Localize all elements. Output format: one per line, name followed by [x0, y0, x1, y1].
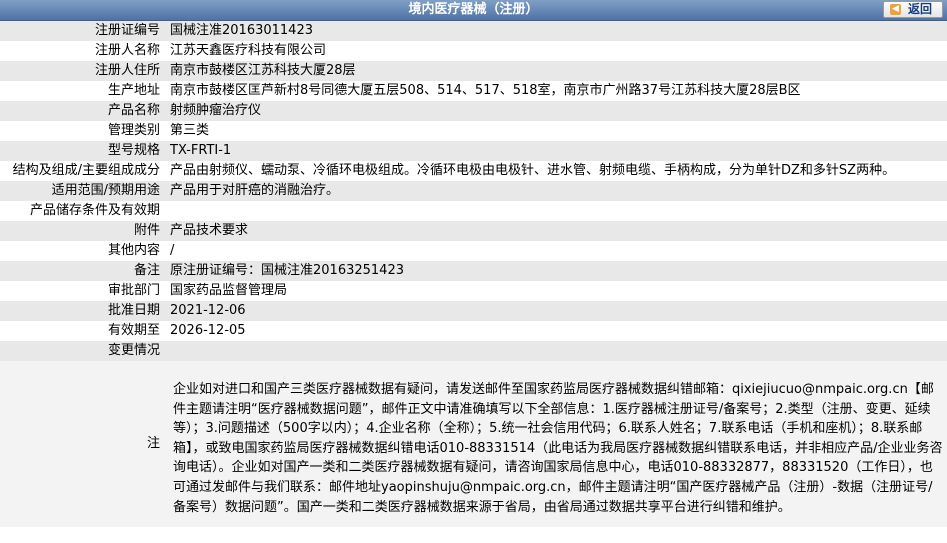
- back-button[interactable]: ◀ 返回: [883, 1, 943, 18]
- note-value: 企业如对进口和国产三类医疗器械数据有疑问，请发送邮件至国家药监局医疗器械数据纠错…: [163, 361, 947, 527]
- field-value: 产品由射频仪、蠕动泵、冷循环电极组成。冷循环电极由电极针、进水管、射频电缆、手柄…: [170, 163, 896, 178]
- field-label: 结构及组成/主要组成成分: [12, 163, 160, 178]
- field-value: TX-FRTI-1: [163, 141, 947, 161]
- field-value: 国械注准20163011423: [163, 21, 947, 41]
- field-label: 管理类别: [107, 123, 160, 138]
- field-label: 附件: [0, 221, 163, 241]
- field-label: 变更情况: [0, 341, 163, 361]
- field-value: [163, 201, 947, 221]
- field-label: 批准日期: [0, 301, 163, 321]
- field-value: 南京市鼓楼区匡芦新村8号同德大厦五层508、514、517、518室，南京市广州…: [170, 83, 801, 98]
- table-row: 有效期至 2026-12-05: [0, 321, 947, 341]
- field-value: [163, 341, 947, 361]
- field-value: 2026-12-05: [170, 323, 246, 338]
- table-row: 型号规格 TX-FRTI-1: [0, 141, 947, 161]
- field-value: 产品技术要求: [163, 221, 947, 241]
- table-row: 注册证编号 国械注准20163011423: [0, 21, 947, 41]
- field-value: 南京市鼓楼区江苏科技大厦28层: [163, 61, 947, 81]
- header-bar: 境内医疗器械（注册） ◀ 返回: [0, 0, 947, 21]
- table-row: 产品名称 射频肿瘤治疗仪: [0, 101, 947, 121]
- field-label: 备注: [0, 261, 163, 281]
- field-label: 注册人名称: [94, 43, 160, 58]
- field-label: 注册证编号: [0, 21, 163, 41]
- table-row: 注册人名称 江苏天鑫医疗科技有限公司: [0, 41, 947, 61]
- table-row: 审批部门 国家药品监督管理局: [0, 281, 947, 301]
- table-row: 变更情况: [0, 341, 947, 361]
- field-label: 适用范围/预期用途: [0, 181, 163, 201]
- note-row: 注 企业如对进口和国产三类医疗器械数据有疑问，请发送邮件至国家药监局医疗器械数据…: [0, 361, 947, 527]
- table-row: 其他内容 /: [0, 241, 947, 261]
- table-row: 批准日期 2021-12-06: [0, 301, 947, 321]
- field-label: 有效期至: [107, 323, 160, 338]
- note-label: 注: [0, 361, 163, 527]
- table-row: 注册人住所 南京市鼓楼区江苏科技大厦28层: [0, 61, 947, 81]
- table-row: 结构及组成/主要组成成分 产品由射频仪、蠕动泵、冷循环电极组成。冷循环电极由电极针…: [0, 161, 947, 181]
- note-text: 企业如对进口和国产三类医疗器械数据有疑问，请发送邮件至国家药监局医疗器械数据纠错…: [173, 382, 943, 515]
- table-row: 适用范围/预期用途 产品用于对肝癌的消融治疗。: [0, 181, 947, 201]
- field-label: 产品储存条件及有效期: [29, 203, 160, 218]
- field-label: 生产地址: [107, 83, 160, 98]
- table-row: 生产地址 南京市鼓楼区匡芦新村8号同德大厦五层508、514、517、518室，南…: [0, 81, 947, 101]
- field-label: 型号规格: [0, 141, 163, 161]
- field-label: 审批部门: [107, 283, 160, 298]
- field-value: 第三类: [170, 123, 210, 138]
- field-value: 2021-12-06: [163, 301, 947, 321]
- table-row: 管理类别 第三类: [0, 121, 947, 141]
- field-value: 江苏天鑫医疗科技有限公司: [170, 43, 327, 58]
- field-value: 产品用于对肝癌的消融治疗。: [163, 181, 947, 201]
- detail-table: 注册证编号 国械注准20163011423 注册人名称 江苏天鑫医疗科技有限公司 注册人…: [0, 21, 947, 527]
- field-value: 射频肿瘤治疗仪: [163, 101, 947, 121]
- field-label: 注册人住所: [0, 61, 163, 81]
- page-title: 境内医疗器械（注册）: [408, 2, 539, 17]
- back-button-label: 返回: [908, 2, 933, 16]
- back-arrow-icon: ◀: [890, 4, 901, 15]
- field-value: /: [170, 243, 175, 258]
- field-value: 国家药品监督管理局: [170, 283, 288, 298]
- table-row: 附件 产品技术要求: [0, 221, 947, 241]
- table-row: 备注 原注册证编号：国械注准20163251423: [0, 261, 947, 281]
- field-label: 产品名称: [0, 101, 163, 121]
- table-row: 产品储存条件及有效期: [0, 201, 947, 221]
- field-value: 原注册证编号：国械注准20163251423: [163, 261, 947, 281]
- field-label: 其他内容: [107, 243, 160, 258]
